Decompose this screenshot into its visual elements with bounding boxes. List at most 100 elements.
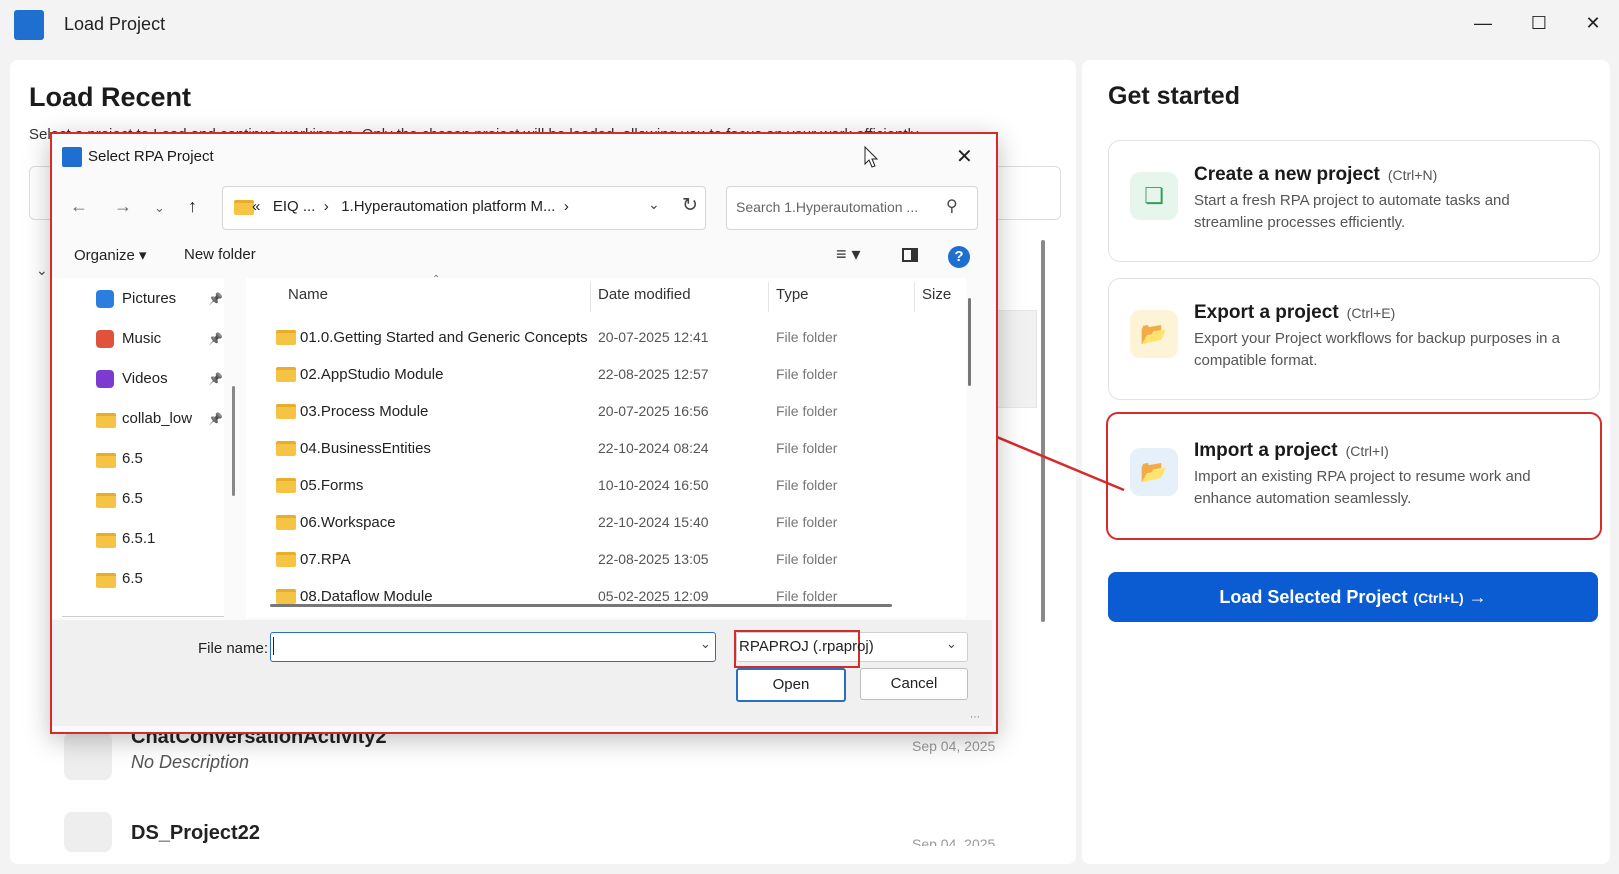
videos-icon <box>96 370 114 388</box>
folder-icon <box>276 552 296 567</box>
app-logo-icon <box>14 10 44 40</box>
nav-item-label[interactable]: 6.5 <box>122 450 143 467</box>
import-project-description: Import an existing RPA project to resume… <box>1194 468 1531 507</box>
import-project-title: Import a project (Ctrl+I) <box>1194 440 1389 461</box>
column-header-date[interactable]: Date modified <box>598 286 691 303</box>
type-cell: File folder <box>776 329 838 345</box>
file-name-cell: 07.RPA <box>300 551 351 568</box>
type-cell: File folder <box>776 403 838 419</box>
column-separator <box>914 282 915 312</box>
file-name-dropdown-icon[interactable]: ⌄ <box>700 636 711 652</box>
minimize-button[interactable]: — <box>1460 8 1506 38</box>
import-folder-icon: 📂 <box>1130 448 1178 496</box>
new-project-icon: ❏ <box>1130 172 1178 220</box>
load-recent-heading: Load Recent <box>29 82 192 112</box>
view-list-icon[interactable]: ≡ ▾ <box>836 244 861 265</box>
window-title: Load Project <box>64 14 166 34</box>
column-header-name[interactable]: Name <box>288 286 328 303</box>
file-name-cell: 01.0.Getting Started and Generic Concept… <box>300 329 588 346</box>
cancel-button[interactable]: Cancel <box>860 668 968 700</box>
folder-icon <box>276 330 296 345</box>
file-name-cell: 05.Forms <box>300 477 364 494</box>
vertical-scrollbar[interactable] <box>968 298 971 386</box>
forward-arrow-icon[interactable]: → <box>114 196 132 217</box>
date-cell: 22-10-2024 15:40 <box>598 514 709 530</box>
type-cell: File folder <box>776 477 838 493</box>
column-header-type[interactable]: Type <box>776 286 809 303</box>
breadcrumb-item[interactable]: 1.Hyperautomation platform M... <box>341 198 555 215</box>
organize-menu[interactable]: Organize ▾ <box>74 246 147 264</box>
nav-item-label[interactable]: 6.5.1 <box>122 530 155 547</box>
folder-icon <box>96 453 116 468</box>
breadcrumb[interactable]: « EIQ ... › 1.Hyperautomation platform M… <box>252 198 569 215</box>
up-arrow-icon[interactable]: ↑ <box>188 196 197 217</box>
export-folder-icon: 📂 <box>1130 310 1178 358</box>
open-button[interactable]: Open <box>736 668 846 702</box>
folder-icon <box>96 413 116 428</box>
pin-icon: 📌 <box>208 292 223 306</box>
export-project-description: Export your Project workflows for backup… <box>1194 330 1560 369</box>
address-dropdown-icon[interactable]: ⌄ <box>648 196 660 213</box>
resize-grip-icon[interactable]: ⋯ <box>970 712 980 723</box>
folder-icon <box>96 533 116 548</box>
horizontal-scrollbar[interactable] <box>270 604 892 607</box>
get-started-heading: Get started <box>1108 82 1240 110</box>
search-icon[interactable]: ⚲ <box>946 196 958 216</box>
filter-dropdown-icon[interactable]: ⌄ <box>946 636 957 652</box>
load-selected-project-button[interactable]: Load Selected Project (Ctrl+L) → <box>1108 572 1598 622</box>
create-project-description: Start a fresh RPA project to automate ta… <box>1194 192 1510 231</box>
preview-pane-icon[interactable] <box>902 248 918 262</box>
nav-scrollbar[interactable] <box>232 386 235 496</box>
file-name-cell: 03.Process Module <box>300 403 429 420</box>
folder-icon <box>276 441 296 456</box>
type-cell: File folder <box>776 366 838 382</box>
date-cell: 22-08-2025 12:57 <box>598 366 709 382</box>
folder-icon <box>276 589 296 604</box>
help-icon[interactable]: ? <box>948 246 970 268</box>
file-name-cell: 02.AppStudio Module <box>300 366 444 383</box>
nav-item-label[interactable]: Videos <box>122 370 168 387</box>
new-folder-button[interactable]: New folder <box>184 246 256 263</box>
project-description: No Description <box>131 752 250 772</box>
type-cell: File folder <box>776 551 838 567</box>
breadcrumb-item[interactable]: EIQ ... <box>273 198 316 215</box>
nav-item-label[interactable]: Music <box>122 330 161 347</box>
folder-icon <box>276 367 296 382</box>
nav-divider <box>62 616 224 617</box>
close-window-button[interactable]: ✕ <box>1570 8 1616 38</box>
refresh-icon[interactable]: ↻ <box>682 194 698 217</box>
dialog-title: Select RPA Project <box>88 148 214 165</box>
project-date: Sep 04, 2025 <box>912 738 996 754</box>
folder-icon <box>96 493 116 508</box>
pin-icon: 📌 <box>208 372 223 386</box>
project-settings-icon <box>64 732 112 780</box>
date-cell: 20-07-2025 16:56 <box>598 403 709 419</box>
title-bar <box>0 0 1619 52</box>
date-cell: 20-07-2025 12:41 <box>598 329 709 345</box>
nav-item-label[interactable]: Pictures <box>122 290 176 307</box>
nav-item-label[interactable]: collab_low <box>122 410 192 427</box>
nav-item-label[interactable]: 6.5 <box>122 490 143 507</box>
file-name-input[interactable] <box>270 632 716 662</box>
export-project-title: Export a project (Ctrl+E) <box>1194 302 1396 323</box>
date-cell: 05-02-2025 12:09 <box>598 588 709 604</box>
dialog-close-button[interactable]: ✕ <box>956 144 973 169</box>
pin-icon: 📌 <box>208 412 223 426</box>
file-name-cell: 08.Dataflow Module <box>300 588 433 605</box>
mouse-cursor-icon <box>864 146 878 168</box>
maximize-button[interactable]: ☐ <box>1516 8 1562 38</box>
folder-icon <box>234 200 254 215</box>
column-separator <box>590 282 591 312</box>
dialog-app-icon <box>62 147 82 167</box>
pin-icon: 📌 <box>208 332 223 346</box>
date-cell: 22-08-2025 13:05 <box>598 551 709 567</box>
recent-locations-chevron-icon[interactable]: ⌄ <box>154 200 165 216</box>
folder-icon <box>276 404 296 419</box>
back-arrow-icon[interactable]: ← <box>70 196 88 217</box>
pictures-icon <box>96 290 114 308</box>
arrow-right-icon: → <box>1468 587 1487 607</box>
column-header-size[interactable]: Size <box>922 286 951 303</box>
chevron-down-icon[interactable]: ⌄ <box>36 262 48 279</box>
project-name[interactable]: DS_Project22 <box>131 822 260 845</box>
nav-item-label[interactable]: 6.5 <box>122 570 143 587</box>
